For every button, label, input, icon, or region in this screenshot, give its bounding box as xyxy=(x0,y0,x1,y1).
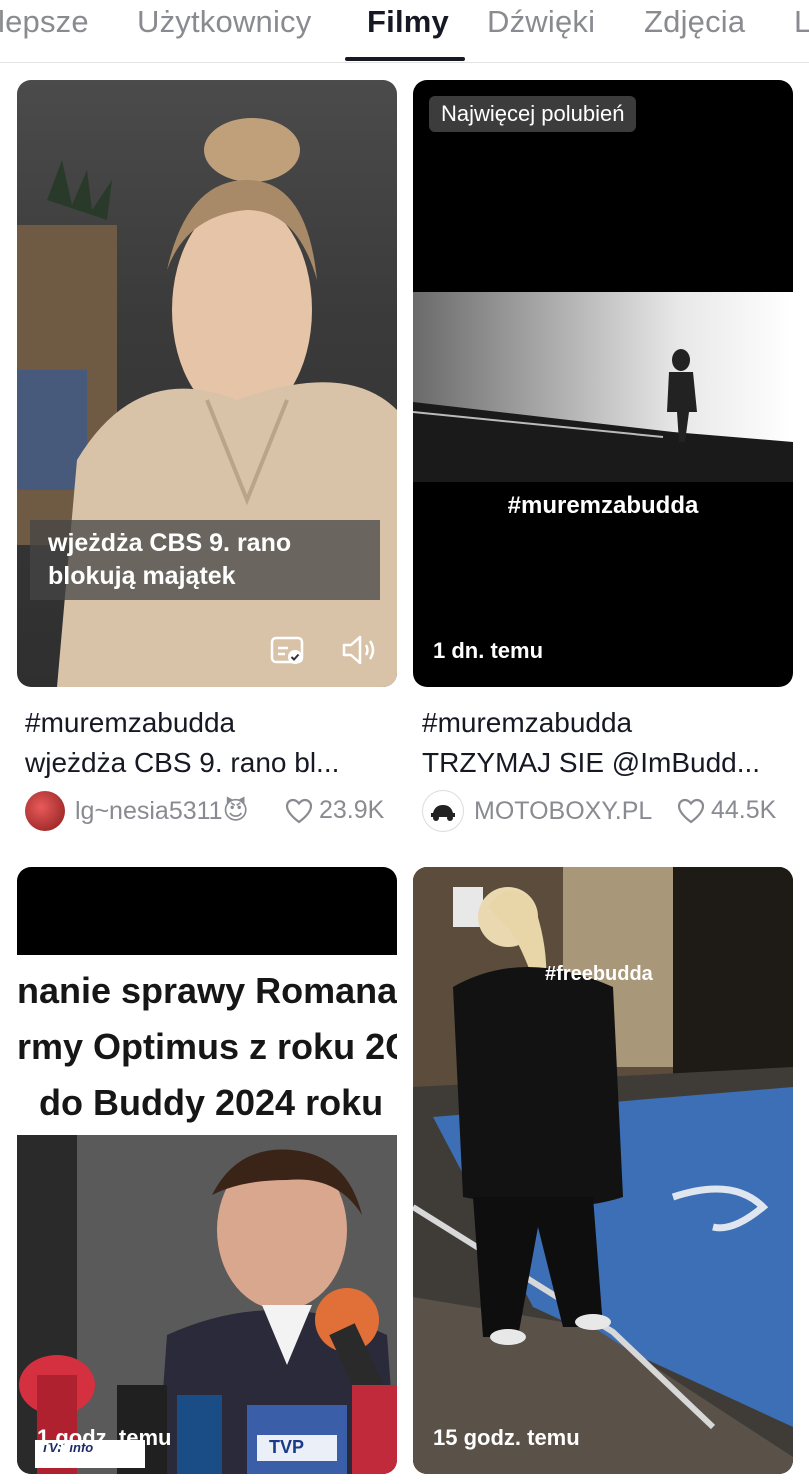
badge-label: Najwięcej polubień xyxy=(441,101,625,126)
tab-top[interactable]: lepsze xyxy=(0,4,89,40)
video-thumbnail xyxy=(413,292,793,482)
thumbnail-overlay-block: nanie sprawy Romana rmy Optimus z roku 2… xyxy=(17,963,397,1131)
most-liked-badge: Najwięcej polubień xyxy=(429,96,637,132)
likes-count: 44.5K xyxy=(677,796,776,825)
likes-count: 23.9K xyxy=(285,796,384,825)
overlay-text-line: blokują majątek xyxy=(48,562,236,590)
avatar xyxy=(25,791,65,831)
tab-live[interactable]: L xyxy=(794,4,809,40)
overlay-line: rmy Optimus z roku 2C xyxy=(17,1026,397,1067)
tab-users[interactable]: Użytkownicy xyxy=(137,4,311,40)
avatar xyxy=(422,790,464,832)
video-card[interactable]: wjeżdża CBS 9. rano blokują majątek xyxy=(17,80,397,687)
tab-videos[interactable]: Filmy xyxy=(367,4,449,40)
heart-icon xyxy=(285,798,313,823)
overlay-text: #freebudda xyxy=(545,963,653,985)
video-card[interactable]: Najwięcej polubień #muremzabudda 1 dn. t… xyxy=(413,80,793,687)
tab-sounds[interactable]: Dźwięki xyxy=(487,4,595,40)
video-card[interactable]: nanie sprawy Romana rmy Optimus z roku 2… xyxy=(17,867,397,1474)
author-name: MOTOBOXY.PL xyxy=(474,796,653,825)
heart-icon xyxy=(677,798,705,823)
video-thumbnail xyxy=(17,1135,397,1474)
time-ago: 1 godz. temu xyxy=(37,1425,172,1450)
likes-value: 23.9K xyxy=(319,796,385,824)
volume-icon[interactable] xyxy=(340,633,380,667)
video-caption-desc[interactable]: TRZYMAJ SIE @ImBudd... xyxy=(422,743,760,783)
overlay-line: do Buddy 2024 roku xyxy=(39,1082,384,1123)
overlay-text-line: wjeżdża CBS 9. rano xyxy=(48,529,292,557)
likes-value: 44.5K xyxy=(711,796,777,824)
video-card[interactable]: #freebudda 15 godz. temu xyxy=(413,867,793,1474)
thumbnail-black-bar xyxy=(17,867,397,955)
active-tab-indicator xyxy=(345,57,465,61)
time-ago: 1 dn. temu xyxy=(433,638,544,663)
video-caption-title[interactable]: #muremzabudda xyxy=(422,703,632,743)
time-ago: 15 godz. temu xyxy=(433,1425,580,1450)
overlay-text: #muremzabudda xyxy=(507,492,699,519)
motoboxy-logo-icon xyxy=(431,805,455,821)
author-row[interactable]: lg~nesia5311😈 xyxy=(25,788,249,834)
search-tabs: lepsze Użytkownicy Filmy Dźwięki Zdjęcia… xyxy=(0,0,809,63)
mic-label: TVP xyxy=(269,1437,305,1457)
author-row[interactable]: MOTOBOXY.PL xyxy=(422,788,652,834)
author-name: lg~nesia5311😈 xyxy=(75,797,249,825)
tab-photos[interactable]: Zdjęcia xyxy=(644,4,745,40)
video-caption-desc[interactable]: wjeżdża CBS 9. rano bl... xyxy=(25,743,339,783)
video-caption-title[interactable]: #muremzabudda xyxy=(25,703,235,743)
video-thumbnail xyxy=(413,867,793,1474)
overlay-line: nanie sprawy Romana xyxy=(17,970,397,1011)
captions-icon[interactable] xyxy=(270,636,304,666)
